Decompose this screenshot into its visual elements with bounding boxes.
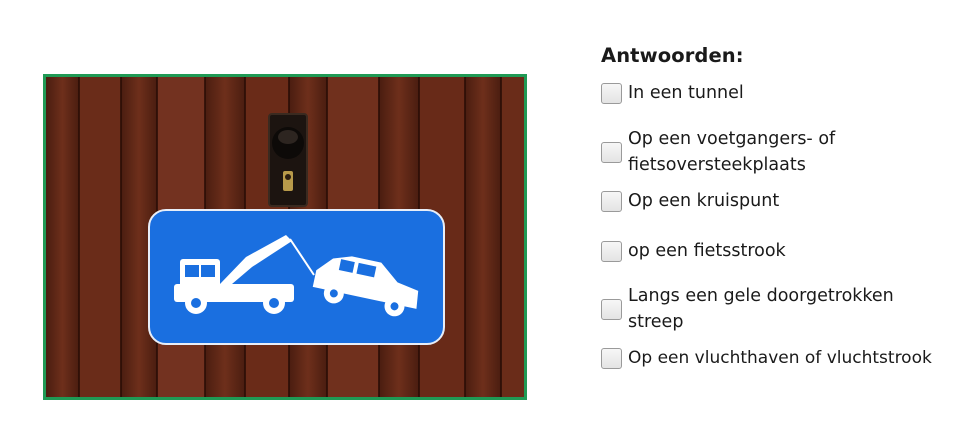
answer-label: Op een vluchthaven of vluchtstrook xyxy=(628,348,932,368)
tow-away-sign-photo xyxy=(46,77,524,397)
answer-option-tunnel[interactable]: In een tunnel xyxy=(601,80,951,106)
answer-checkbox[interactable] xyxy=(601,141,622,163)
answer-checkbox[interactable] xyxy=(601,347,622,369)
answer-option-crossing[interactable]: Op een voetgangers- of fietsoversteekpla… xyxy=(601,126,951,178)
answer-label: Langs een gele doorgetrokken streep xyxy=(628,286,894,332)
answer-option-intersection[interactable]: Op een kruispunt xyxy=(601,188,951,214)
answer-checkbox[interactable] xyxy=(601,298,622,320)
answer-label: In een tunnel xyxy=(628,83,744,103)
answer-checkbox[interactable] xyxy=(601,190,622,212)
answer-label: Op een voetgangers- of fietsoversteekpla… xyxy=(628,129,836,175)
door-lock xyxy=(268,113,308,207)
answer-label: op een fietsstrook xyxy=(628,241,786,261)
answer-checkbox[interactable] xyxy=(601,82,622,104)
answer-option-yellow-line[interactable]: Langs een gele doorgetrokken streep xyxy=(601,283,951,335)
answer-label: Op een kruispunt xyxy=(628,191,780,211)
question-image xyxy=(43,74,527,400)
answer-option-bike-lane[interactable]: op een fietsstrook xyxy=(601,238,951,264)
answer-option-emergency-lane[interactable]: Op een vluchthaven of vluchtstrook xyxy=(601,345,951,371)
answer-checkbox[interactable] xyxy=(601,240,622,262)
answers-panel: Antwoorden: In een tunnel Op een voetgan… xyxy=(601,44,951,371)
answers-heading: Antwoorden: xyxy=(601,44,744,67)
tow-away-sign xyxy=(148,209,445,345)
